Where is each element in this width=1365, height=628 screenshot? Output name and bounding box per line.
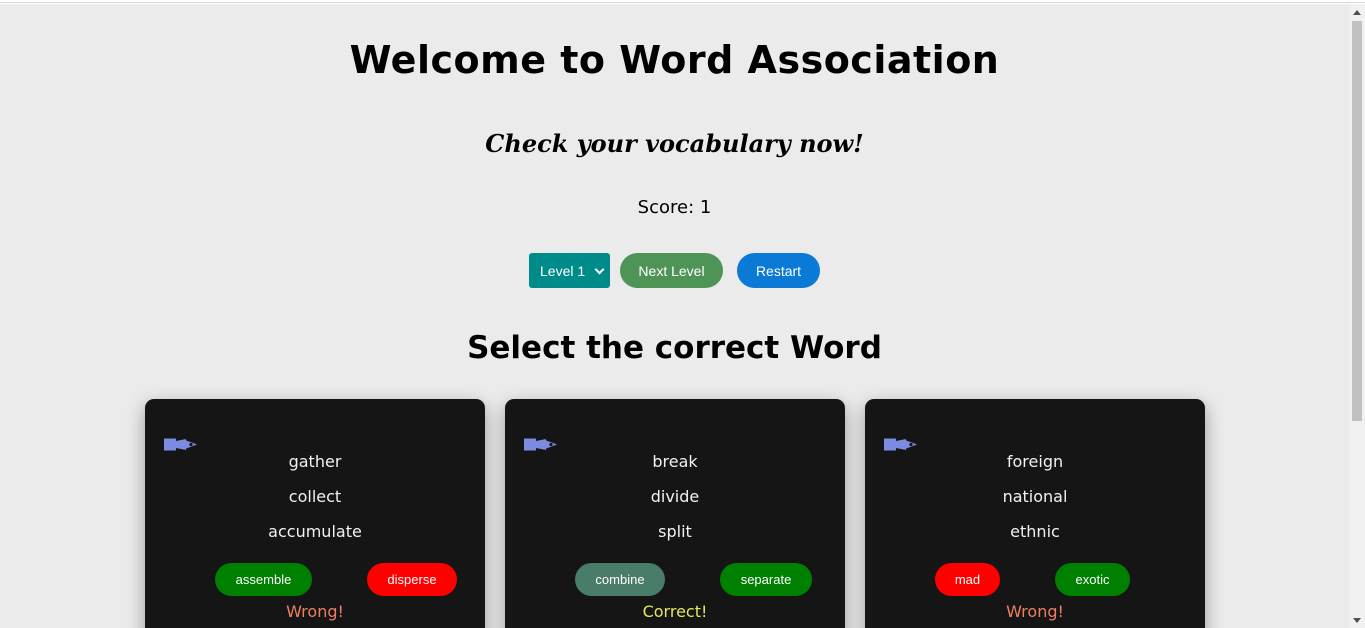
option-button-exotic[interactable]: exotic: [1055, 563, 1130, 596]
clue-word: ethnic: [1010, 522, 1060, 541]
page-title: Welcome to Word Association: [349, 38, 1000, 82]
clue-word: gather: [288, 452, 342, 471]
clue-word: divide: [650, 487, 700, 506]
option-button-mad[interactable]: mad: [935, 563, 1000, 596]
speaker-icon[interactable]: [164, 438, 198, 451]
window-top-border: [0, 0, 1365, 3]
clue-word: national: [1002, 487, 1068, 506]
restart-button[interactable]: Restart: [737, 253, 820, 288]
speaker-icon[interactable]: [884, 438, 918, 451]
scroll-down-arrow[interactable]: [1349, 612, 1365, 628]
clue-word: foreign: [1006, 452, 1064, 471]
result-text: Wrong!: [286, 602, 344, 621]
scroll-thumb[interactable]: [1352, 21, 1362, 421]
option-button-disperse[interactable]: disperse: [367, 563, 457, 596]
option-button-separate[interactable]: separate: [720, 563, 812, 596]
option-button-combine[interactable]: combine: [575, 563, 665, 596]
section-title: Select the correct Word: [467, 330, 882, 366]
chevron-down-icon: [594, 264, 605, 275]
game-controls: Level 1 Next Level Restart: [529, 253, 820, 288]
clue-word: collect: [288, 487, 342, 506]
result-text: Correct!: [642, 602, 708, 621]
score-display: Score: 1: [637, 197, 712, 218]
level-select[interactable]: Level 1: [529, 253, 610, 288]
vertical-scrollbar[interactable]: [1349, 4, 1365, 628]
level-select-value: Level 1: [540, 262, 586, 279]
option-button-assemble[interactable]: assemble: [215, 563, 312, 596]
page-body: Welcome to Word Association Check your v…: [0, 4, 1349, 628]
scroll-up-arrow[interactable]: [1349, 4, 1365, 20]
speaker-icon[interactable]: [524, 438, 558, 451]
result-text: Wrong!: [1006, 602, 1064, 621]
clue-word: accumulate: [268, 522, 362, 541]
word-card: foreign national ethnic mad exotic Wrong…: [865, 399, 1205, 628]
word-card: break divide split combine separate Corr…: [505, 399, 845, 628]
page-subtitle: Check your vocabulary now!: [485, 129, 864, 158]
clue-word: split: [658, 522, 692, 541]
word-card: gather collect accumulate assemble dispe…: [145, 399, 485, 628]
next-level-button[interactable]: Next Level: [620, 253, 723, 288]
clue-word: break: [652, 452, 698, 471]
